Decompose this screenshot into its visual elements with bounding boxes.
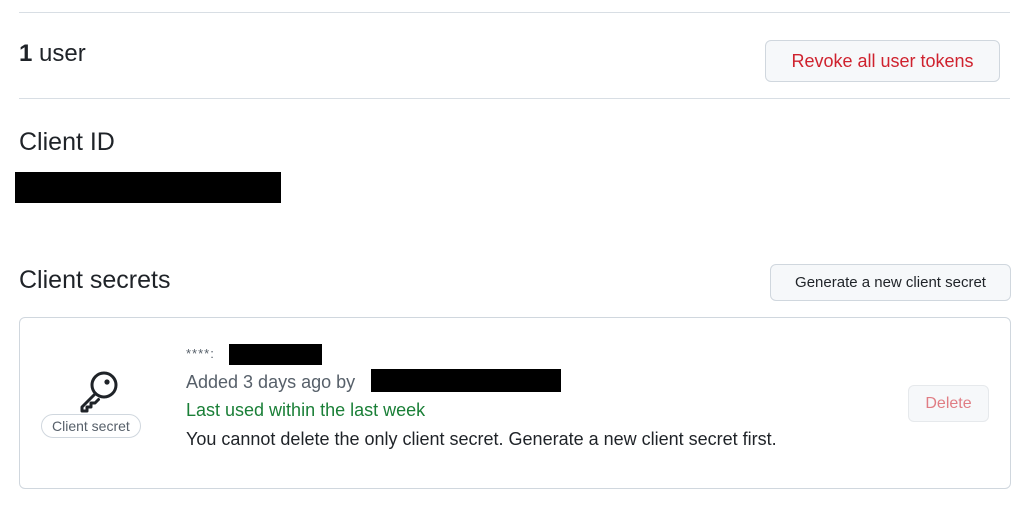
client-secret-card: Client secret ****: Added 3 days ago by …: [19, 317, 1011, 489]
secret-last-used: Last used within the last week: [186, 400, 426, 420]
key-icon: [80, 371, 118, 413]
secret-value-redacted: [229, 344, 322, 365]
masked-secret: ****:: [186, 346, 215, 361]
section-divider: [19, 98, 1010, 99]
client-secrets-title: Client secrets: [19, 266, 171, 294]
client-id-title: Client ID: [19, 128, 115, 156]
client-secret-badge: Client secret: [41, 414, 141, 438]
delete-secret-button[interactable]: Delete: [908, 385, 989, 422]
revoke-all-tokens-button[interactable]: Revoke all user tokens: [765, 40, 1000, 82]
top-divider: [19, 12, 1010, 13]
user-count-number: 1: [19, 40, 33, 67]
delete-warning-text: You cannot delete the only client secret…: [186, 429, 777, 449]
user-count-heading: 1 user: [19, 40, 86, 68]
added-by-user-redacted: [371, 369, 561, 392]
generate-client-secret-button[interactable]: Generate a new client secret: [770, 264, 1011, 301]
secret-added-info: Added 3 days ago by: [186, 372, 356, 392]
masked-secret-prefix: ****:: [186, 346, 215, 361]
user-count-label: user: [39, 40, 86, 67]
client-id-value-redacted: [15, 172, 281, 203]
